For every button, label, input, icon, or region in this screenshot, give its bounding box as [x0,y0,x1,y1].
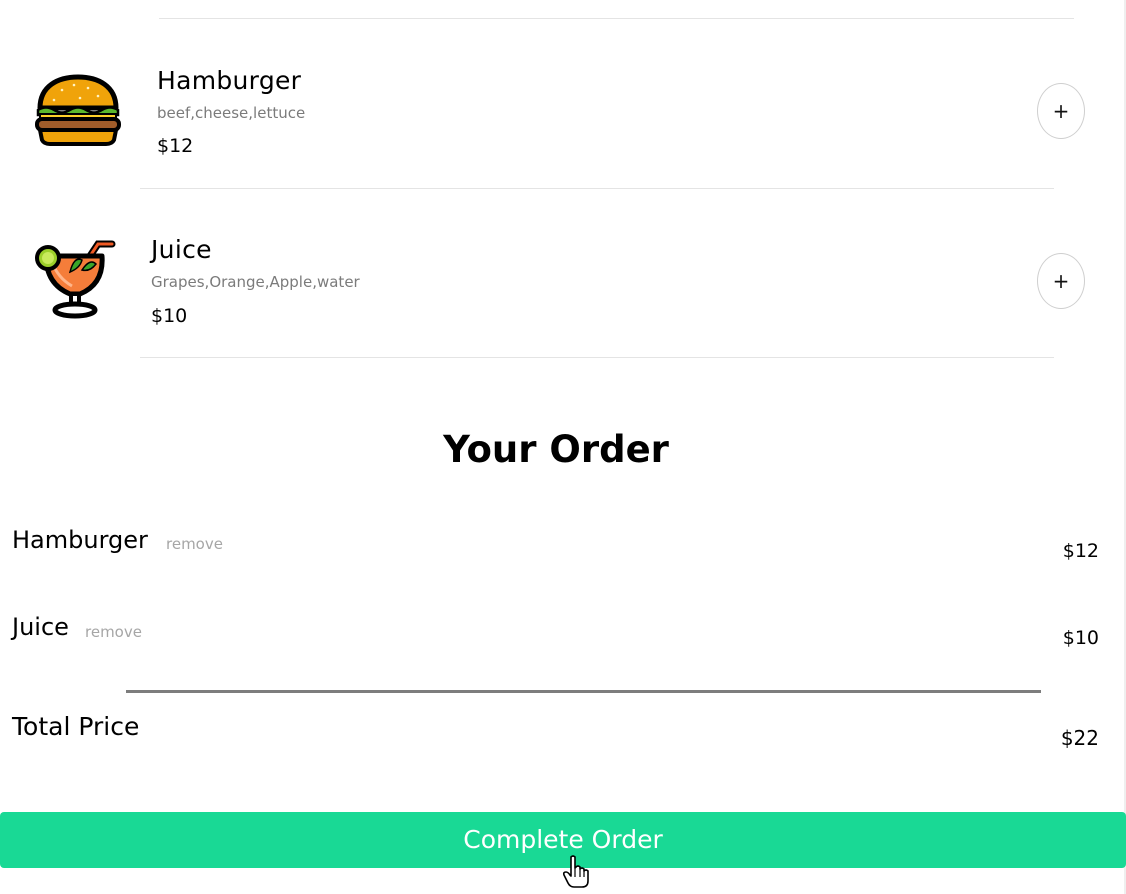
item-name: Hamburger [157,66,302,95]
hamburger-icon [34,74,122,150]
item-price: $10 [151,305,188,327]
tropical-drink-icon [34,238,118,326]
divider [140,357,1054,358]
order-item-price: $12 [1062,540,1099,562]
order-page: Hamburger beef,cheese,lettuce $12 + Juic… [0,0,1126,894]
total-label: Total Price [12,712,140,741]
item-name: Juice [151,235,212,264]
item-price: $12 [157,135,194,157]
order-item-name: Juice [12,613,69,641]
add-hamburger-button[interactable]: + [1037,83,1085,139]
hand-pointer-cursor-icon [562,855,590,893]
menu-item-hamburger: Hamburger beef,cheese,lettuce $12 + [0,28,1126,188]
order-item-price: $10 [1062,627,1099,649]
menu-item-juice: Juice Grapes,Orange,Apple,water $10 + [0,198,1126,358]
order-title: Your Order [443,428,669,471]
order-item-name: Hamburger [12,526,148,554]
divider [140,188,1054,189]
total-price: $22 [1060,726,1099,750]
item-ingredients: Grapes,Orange,Apple,water [151,273,360,291]
add-juice-button[interactable]: + [1037,253,1085,309]
total-divider [126,690,1041,693]
divider [159,18,1074,19]
remove-juice-link[interactable]: remove [85,623,142,641]
item-ingredients: beef,cheese,lettuce [157,104,306,122]
remove-hamburger-link[interactable]: remove [166,535,223,553]
